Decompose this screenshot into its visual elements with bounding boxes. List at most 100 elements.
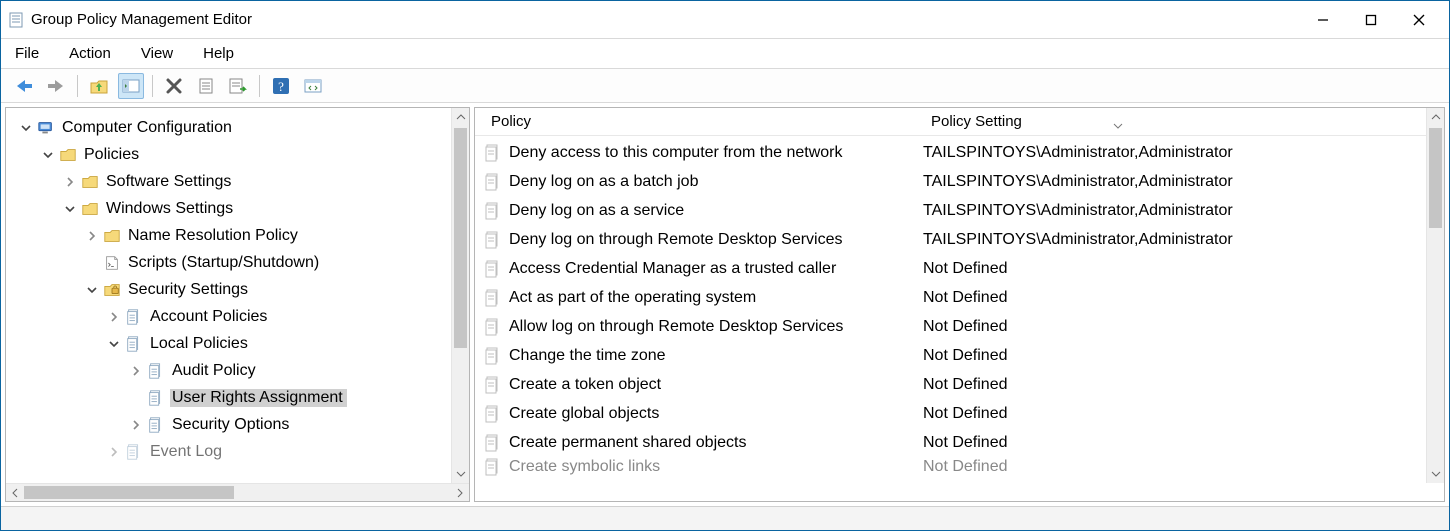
rows[interactable]: Deny access to this computer from the ne… — [475, 136, 1444, 501]
chevron-down-icon[interactable] — [40, 147, 56, 163]
scroll-thumb[interactable] — [1429, 128, 1442, 228]
policy-item-icon — [483, 172, 503, 192]
back-arrow-icon[interactable] — [11, 73, 37, 99]
list-row[interactable]: Deny log on through Remote Desktop Servi… — [475, 225, 1444, 254]
policy-setting: TAILSPINTOYS\Administrator,Administrator — [923, 144, 1444, 162]
menu-view[interactable]: View — [135, 41, 179, 66]
policy-item-icon — [483, 143, 503, 163]
chevron-right-icon[interactable] — [106, 444, 122, 460]
up-folder-icon[interactable] — [86, 73, 112, 99]
column-policy[interactable]: Policy — [483, 109, 923, 134]
tree-item[interactable]: Security Settings — [12, 276, 469, 303]
policy-item-icon — [483, 457, 503, 477]
menu-help[interactable]: Help — [197, 41, 240, 66]
folder-icon — [58, 145, 78, 165]
tree-item-label: Windows Settings — [104, 200, 235, 218]
list-row[interactable]: Create permanent shared objectsNot Defin… — [475, 428, 1444, 457]
list-row[interactable]: Create a token objectNot Defined — [475, 370, 1444, 399]
help-icon[interactable]: ? — [268, 73, 294, 99]
tree-item-label: Security Settings — [126, 281, 250, 299]
scroll-up-icon[interactable] — [1427, 108, 1444, 126]
titlebar: Group Policy Management Editor — [1, 1, 1449, 39]
tree-item[interactable]: Event Log — [12, 438, 469, 465]
tree-item[interactable]: User Rights Assignment — [12, 384, 469, 411]
tree-item[interactable]: Security Options — [12, 411, 469, 438]
scroll-up-icon[interactable] — [452, 108, 469, 126]
policy-icon — [124, 307, 144, 327]
scroll-thumb[interactable] — [454, 128, 467, 348]
chevron-right-icon[interactable] — [106, 309, 122, 325]
close-button[interactable] — [1395, 5, 1443, 35]
chevron-down-icon[interactable] — [106, 336, 122, 352]
list-row[interactable]: Act as part of the operating systemNot D… — [475, 283, 1444, 312]
tree-item-label: Scripts (Startup/Shutdown) — [126, 254, 321, 272]
chevron-down-icon — [1113, 117, 1123, 134]
chevron-down-icon[interactable] — [62, 201, 78, 217]
policy-name: Deny log on as a batch job — [509, 173, 923, 191]
tree-item[interactable]: Scripts (Startup/Shutdown) — [12, 249, 469, 276]
toolbar-sep — [259, 75, 260, 97]
chevron-down-icon[interactable] — [84, 282, 100, 298]
list-row[interactable]: Deny log on as a batch jobTAILSPINTOYS\A… — [475, 167, 1444, 196]
policy-setting: Not Defined — [923, 376, 1444, 394]
chevron-right-icon[interactable] — [128, 417, 144, 433]
window-controls — [1299, 5, 1443, 35]
list-vscroll[interactable] — [1426, 108, 1444, 483]
menu-file[interactable]: File — [9, 41, 45, 66]
scroll-right-icon[interactable] — [451, 484, 469, 502]
policy-setting: Not Defined — [923, 289, 1444, 307]
column-policy-setting[interactable]: Policy Setting — [923, 109, 1444, 134]
list-row[interactable]: Deny access to this computer from the ne… — [475, 138, 1444, 167]
maximize-button[interactable] — [1347, 5, 1395, 35]
tree-item-label: Account Policies — [148, 308, 269, 326]
show-hide-tree-icon[interactable] — [118, 73, 144, 99]
policy-item-icon — [483, 433, 503, 453]
list-row[interactable]: Create global objectsNot Defined — [475, 399, 1444, 428]
list-row[interactable]: Deny log on as a serviceTAILSPINTOYS\Adm… — [475, 196, 1444, 225]
chevron-down-icon[interactable] — [18, 120, 34, 136]
tree[interactable]: Computer ConfigurationPoliciesSoftware S… — [6, 108, 469, 501]
tree-item[interactable]: Software Settings — [12, 168, 469, 195]
tree-item[interactable]: Local Policies — [12, 330, 469, 357]
export-list-icon[interactable] — [225, 73, 251, 99]
policy-icon — [124, 334, 144, 354]
toggle-none — [84, 255, 100, 271]
scroll-left-icon[interactable] — [6, 484, 24, 502]
chevron-right-icon[interactable] — [128, 363, 144, 379]
scroll-down-icon[interactable] — [1427, 465, 1444, 483]
filter-icon[interactable] — [300, 73, 326, 99]
hscroll-track[interactable] — [24, 484, 451, 501]
minimize-button[interactable] — [1299, 5, 1347, 35]
toggle-none — [128, 390, 144, 406]
tree-vscroll[interactable] — [451, 108, 469, 483]
chevron-right-icon[interactable] — [84, 228, 100, 244]
hscroll-thumb[interactable] — [24, 486, 234, 499]
scroll-down-icon[interactable] — [452, 465, 469, 483]
properties-icon[interactable] — [193, 73, 219, 99]
tree-item[interactable]: Windows Settings — [12, 195, 469, 222]
tree-item[interactable]: Audit Policy — [12, 357, 469, 384]
list-row[interactable]: Create symbolic linksNot Defined — [475, 457, 1444, 477]
tree-hscroll[interactable] — [6, 483, 469, 501]
delete-icon[interactable] — [161, 73, 187, 99]
policy-icon — [146, 415, 166, 435]
tree-item[interactable]: Name Resolution Policy — [12, 222, 469, 249]
menubar: File Action View Help — [1, 39, 1449, 69]
policy-item-icon — [483, 375, 503, 395]
list-row[interactable]: Change the time zoneNot Defined — [475, 341, 1444, 370]
chevron-right-icon[interactable] — [62, 174, 78, 190]
policy-setting: Not Defined — [923, 347, 1444, 365]
window-root: Group Policy Management Editor File Acti… — [0, 0, 1450, 531]
body: Computer ConfigurationPoliciesSoftware S… — [1, 103, 1449, 506]
list-row[interactable]: Allow log on through Remote Desktop Serv… — [475, 312, 1444, 341]
forward-arrow-icon[interactable] — [43, 73, 69, 99]
menu-action[interactable]: Action — [63, 41, 117, 66]
tree-item[interactable]: Account Policies — [12, 303, 469, 330]
policy-setting: Not Defined — [923, 458, 1444, 476]
policy-name: Create permanent shared objects — [509, 434, 923, 452]
policy-setting: Not Defined — [923, 260, 1444, 278]
list-row[interactable]: Access Credential Manager as a trusted c… — [475, 254, 1444, 283]
tree-item[interactable]: Policies — [12, 141, 469, 168]
folder-icon — [102, 226, 122, 246]
tree-item[interactable]: Computer Configuration — [12, 114, 469, 141]
